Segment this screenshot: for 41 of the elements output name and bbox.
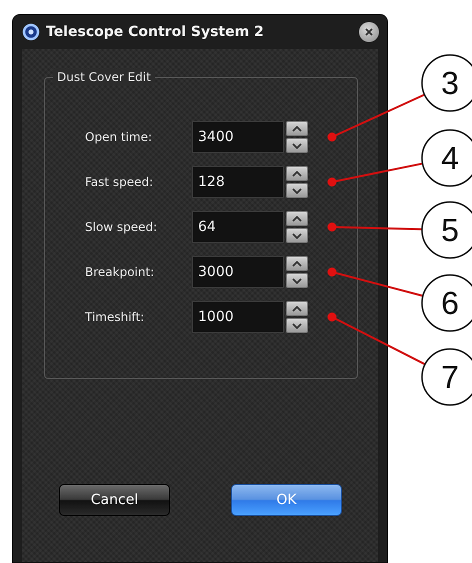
- spin-down-button[interactable]: [286, 138, 308, 153]
- field-label: Fast speed:: [85, 175, 154, 189]
- field-label: Timeshift:: [85, 310, 146, 324]
- chevron-up-icon: [292, 216, 302, 222]
- spin-up-button[interactable]: [286, 256, 308, 271]
- number-field[interactable]: 3400: [192, 121, 284, 153]
- spin-down-button[interactable]: [286, 183, 308, 198]
- number-field[interactable]: 3000: [192, 256, 284, 288]
- chevron-up-icon: [292, 126, 302, 132]
- chevron-down-icon: [292, 278, 302, 284]
- chevron-down-icon: [292, 322, 302, 328]
- callout-number: 6: [441, 285, 459, 321]
- chevron-up-icon: [292, 170, 302, 176]
- spin-up-button[interactable]: [286, 301, 308, 316]
- field-label: Open time:: [85, 130, 154, 144]
- chevron-up-icon: [292, 260, 302, 266]
- number-field[interactable]: 1000: [192, 301, 284, 333]
- chevron-down-icon: [292, 142, 302, 148]
- spin-down-button[interactable]: [286, 318, 308, 333]
- ring-icon: [22, 23, 40, 41]
- spin-down-button[interactable]: [286, 273, 308, 288]
- window-title: Telescope Control System 2: [46, 24, 265, 40]
- spin-up-button[interactable]: [286, 211, 308, 226]
- number-field[interactable]: 64: [192, 211, 284, 243]
- callout-number: 3: [441, 65, 459, 101]
- callout-number: 7: [441, 359, 459, 395]
- callout-number: 5: [441, 212, 459, 248]
- chevron-down-icon: [292, 188, 302, 194]
- spin-down-button[interactable]: [286, 228, 308, 243]
- field-label: Slow speed:: [85, 220, 158, 234]
- group-title: Dust Cover Edit: [53, 69, 155, 85]
- close-button[interactable]: [359, 22, 379, 42]
- spin-up-button[interactable]: [286, 121, 308, 136]
- field-label: Breakpoint:: [85, 265, 156, 279]
- close-icon: [365, 28, 373, 36]
- chevron-up-icon: [292, 306, 302, 312]
- number-field[interactable]: 128: [192, 166, 284, 198]
- callout-number: 4: [441, 140, 459, 176]
- cancel-button[interactable]: Cancel: [59, 484, 170, 516]
- spin-up-button[interactable]: [286, 166, 308, 181]
- chevron-down-icon: [292, 232, 302, 238]
